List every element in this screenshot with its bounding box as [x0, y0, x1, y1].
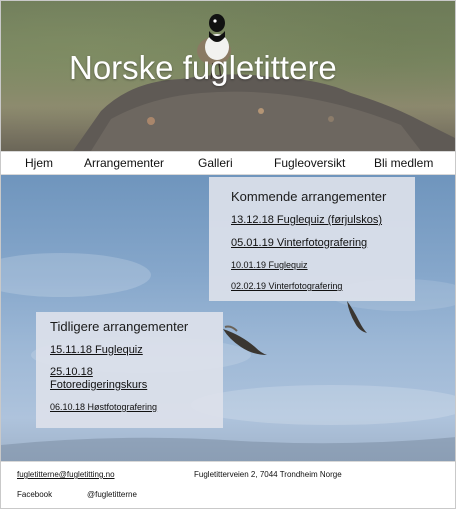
event-link[interactable]: 15.11.18 Fuglequiz — [50, 344, 143, 356]
footer-address: Fugletitterveien 2, 7044 Trondheim Norge — [194, 470, 342, 479]
event-link[interactable]: 25.10.18 — [50, 366, 93, 378]
upcoming-events-heading: Kommende arrangementer — [231, 189, 387, 204]
past-events-panel: Tidligere arrangementer 15.11.18 Fuglequ… — [36, 312, 223, 428]
site-title: Norske fugletittere — [69, 49, 337, 86]
nav-item-home[interactable]: Hjem — [25, 156, 53, 170]
lichen-spot — [147, 117, 155, 125]
page: Norske fugletittere Hjem Arrangementer G… — [0, 0, 456, 509]
event-link[interactable]: 10.01.19 Fuglequiz — [231, 260, 308, 270]
upcoming-events-panel: Kommende arrangementer 13.12.18 Fuglequi… — [209, 177, 415, 301]
footer-facebook-label[interactable]: Facebook — [17, 490, 52, 499]
event-link[interactable]: 06.10.18 Høstfotografering — [50, 402, 157, 412]
lichen-spot — [328, 116, 334, 122]
nav-item-gallery[interactable]: Galleri — [198, 156, 233, 170]
event-link[interactable]: 13.12.18 Fuglequiz (førjulskos) — [231, 214, 382, 226]
nav-item-bird-overview[interactable]: Fugleoversikt — [274, 156, 345, 170]
lichen-spot — [258, 108, 264, 114]
nav-item-join[interactable]: Bli medlem — [374, 156, 433, 170]
hero-banner: Norske fugletittere — [1, 1, 455, 151]
event-link[interactable]: Fotoredigeringskurs — [50, 379, 147, 391]
nav-item-events[interactable]: Arrangementer — [84, 156, 164, 170]
footer-facebook-handle[interactable]: @fugletitterne — [87, 490, 137, 499]
past-events-heading: Tidligere arrangementer — [50, 319, 189, 334]
main-nav: Hjem Arrangementer Galleri Fugleoversikt… — [1, 151, 455, 175]
event-link[interactable]: 05.01.19 Vinterfotografering — [231, 237, 367, 249]
footer-email-link[interactable]: fugletitterne@fugletitting.no — [17, 470, 115, 479]
event-link[interactable]: 02.02.19 Vinterfotografering — [231, 281, 342, 291]
footer: fugletitterne@fugletitting.no Fugletitte… — [1, 461, 455, 508]
